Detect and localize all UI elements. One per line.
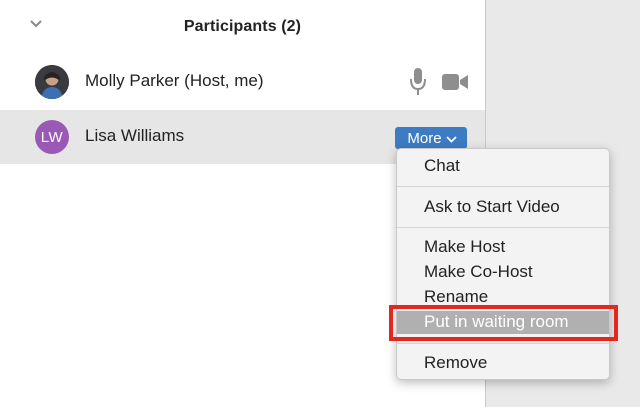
menu-item-rename[interactable]: Rename (424, 287, 488, 307)
menu-item-make-co-host[interactable]: Make Co-Host (424, 262, 533, 282)
participant-row[interactable]: Molly Parker (Host, me) (0, 55, 485, 109)
participant-name: Molly Parker (Host, me) (85, 71, 264, 90)
menu-item-chat[interactable]: Chat (424, 156, 460, 176)
menu-item-ask-start-video[interactable]: Ask to Start Video (424, 197, 560, 217)
more-button-label: More (407, 129, 442, 147)
highlight-annotation (389, 305, 618, 341)
chevron-down-icon (445, 130, 457, 147)
menu-divider (397, 227, 609, 228)
participant-context-menu: Chat Ask to Start Video Make Host Make C… (396, 148, 610, 380)
panel-title: Participants (2) (183, 18, 302, 35)
menu-divider (397, 186, 609, 187)
menu-item-remove[interactable]: Remove (424, 353, 487, 373)
video-camera-icon[interactable] (441, 73, 469, 96)
avatar (35, 65, 69, 99)
microphone-icon[interactable] (409, 67, 427, 102)
participant-name: Lisa Williams (85, 126, 185, 145)
menu-divider (397, 343, 609, 344)
avatar-initials: LW (40, 128, 64, 146)
avatar: LW (35, 120, 69, 154)
menu-item-make-host[interactable]: Make Host (424, 237, 505, 257)
more-button[interactable]: More (395, 127, 467, 149)
